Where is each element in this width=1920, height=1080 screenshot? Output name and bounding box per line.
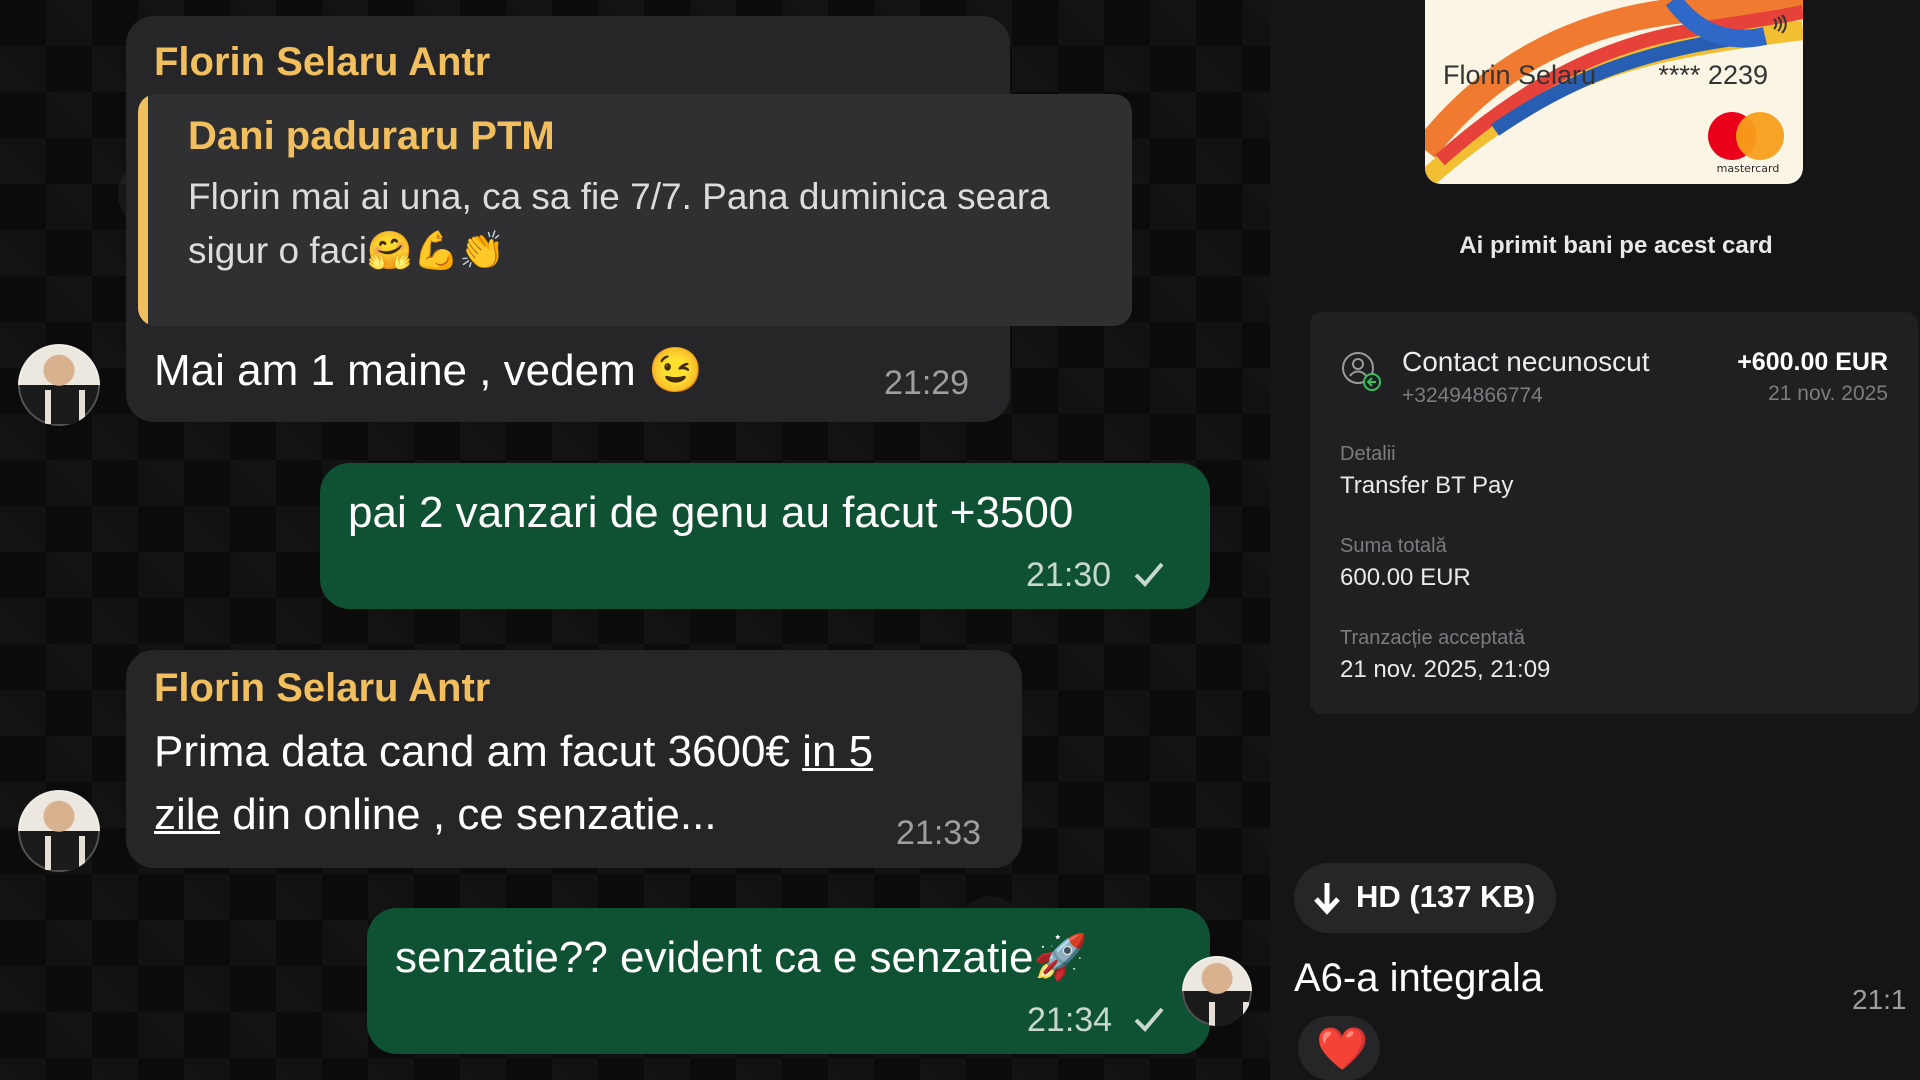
hd-button-label: HD (137 KB) [1356, 879, 1536, 914]
message-time: 21:30 [1026, 556, 1112, 594]
message-text: pai 2 vanzari de genu au facut +3500 [348, 488, 1074, 537]
mastercard-orange-circle [1736, 112, 1784, 160]
sender-avatar[interactable] [18, 790, 100, 872]
transaction-card[interactable]: Contact necunoscut +32494866774 +600.00 … [1310, 312, 1918, 714]
received-money-label: Ai primit bani pe acest card [1459, 232, 1773, 259]
message-text-part: Prima data cand am facut 3600€ [154, 727, 803, 776]
transaction-contact-name: Contact necunoscut [1402, 346, 1650, 377]
message-time: 21:29 [884, 364, 970, 402]
status-value: 21 nov. 2025, 21:09 [1340, 656, 1551, 683]
incoming-message-bubble[interactable]: Florin Selaru Antr Prima data cand am fa… [126, 650, 1022, 868]
message-link-text[interactable]: in 5 [802, 727, 873, 776]
sender-avatar[interactable] [18, 344, 100, 426]
message-sender-name: Florin Selaru Antr [154, 666, 491, 710]
download-icon [1314, 883, 1340, 915]
status-label: Tranzacție acceptată [1340, 627, 1525, 649]
check-icon [1134, 562, 1164, 587]
message-time: 21:34 [1027, 1001, 1113, 1039]
details-value: Transfer BT Pay [1340, 472, 1514, 499]
total-label: Suma totală [1340, 535, 1447, 557]
transaction-phone: +32494866774 [1402, 384, 1543, 407]
message-text-part: din online , ce senzatie... [232, 790, 717, 839]
quoted-message-text: Florin mai ai una, ca sa fie 7/7. Pana d… [188, 176, 1050, 271]
transaction-date: 21 nov. 2025 [1768, 382, 1888, 405]
message-text: A6-a integrala [1294, 956, 1544, 1000]
mastercard-logo: mastercard [1708, 112, 1788, 175]
card-number: **** 2239 [1658, 60, 1768, 90]
message-text: Mai am 1 maine , vedem 😉 [154, 346, 703, 395]
message-time: 21:1 [1852, 984, 1907, 1015]
total-value: 600.00 EUR [1340, 564, 1471, 591]
hd-download-button[interactable]: HD (137 KB) [1294, 863, 1556, 933]
message-sender-name: Florin Selaru Antr [154, 40, 491, 84]
heart-icon: ❤️ [1316, 1024, 1369, 1073]
quoted-reply[interactable]: Dani paduraru PTM Florin mai ai una, ca … [138, 94, 1132, 326]
outgoing-message-bubble[interactable]: senzatie?? evident ca e senzatie🚀 21:34 [367, 908, 1210, 1054]
message-text: senzatie?? evident ca e senzatie🚀 [395, 933, 1089, 982]
outgoing-message-bubble[interactable]: pai 2 vanzari de genu au facut +3500 21:… [320, 463, 1210, 609]
message-text: Prima data cand am facut 3600€ in 5 zile… [154, 720, 1014, 846]
contactless-icon [1773, 14, 1787, 34]
incoming-message-bubble[interactable]: Florin Selaru Antr Dani paduraru PTM Flo… [126, 16, 1132, 422]
transaction-amount: +600.00 EUR [1737, 348, 1888, 376]
card-brand: mastercard [1716, 162, 1780, 175]
message-time: 21:33 [896, 814, 982, 852]
check-icon [1134, 1007, 1164, 1032]
card-holder-name: Florin Selaru [1443, 60, 1597, 90]
bank-card[interactable]: Florin Selaru **** 2239 mastercard [1425, 0, 1803, 184]
quote-accent-bar [138, 94, 148, 326]
details-label: Detalii [1340, 443, 1396, 465]
reaction-pill[interactable]: ❤️ [1298, 1016, 1380, 1080]
message-link-text[interactable]: zile [154, 790, 220, 839]
contact-icon [1342, 352, 1381, 391]
quoted-sender-name: Dani paduraru PTM [188, 114, 555, 158]
sender-avatar[interactable] [1182, 956, 1252, 1026]
